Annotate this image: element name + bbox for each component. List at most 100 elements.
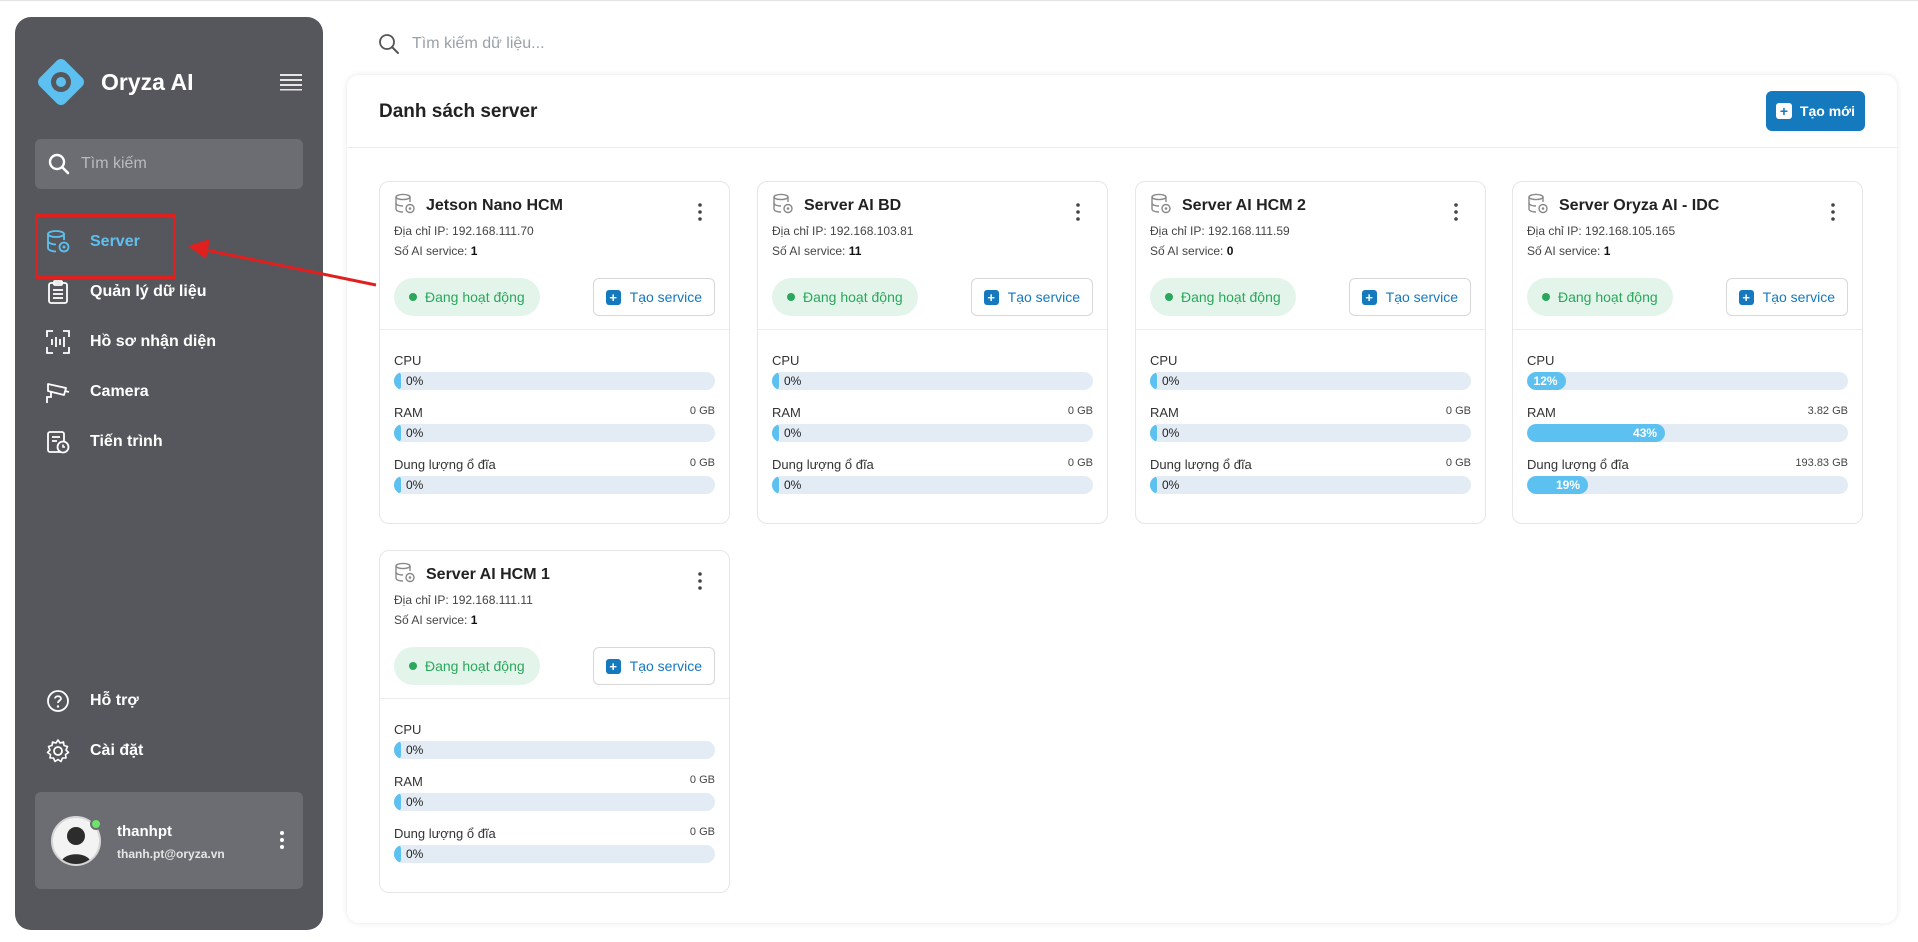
ram-total: 0 GB (1067, 405, 1093, 417)
disk-progress-bar: 0% (772, 476, 1093, 494)
gear-icon (45, 738, 71, 764)
ram-percent-text: 0% (406, 426, 424, 440)
server-name: Server AI HCM 1 (426, 566, 550, 583)
online-status-dot (90, 818, 102, 830)
annotation-highlight-box (35, 214, 176, 279)
count-value: 1 (1603, 244, 1611, 258)
kebab-icon[interactable] (277, 828, 287, 852)
brand[interactable]: Oryza AI (35, 57, 193, 107)
count-label: Số AI service: (394, 244, 468, 258)
ip-label: Địa chỉ IP: (772, 224, 827, 238)
disk-total: 0 GB (1067, 457, 1093, 469)
server-name: Server Oryza AI - IDC (1559, 197, 1720, 214)
ram-progress-fill (1150, 424, 1157, 442)
sidebar-item-camera[interactable]: Camera (35, 367, 303, 417)
cpu-percent-text: 12% (1533, 374, 1558, 388)
cctv-camera-icon (45, 379, 71, 405)
kebab-icon[interactable] (697, 571, 703, 591)
disk-label: Dung lượng ổ đĩa (1150, 457, 1252, 472)
disk-progress-bar: 0% (394, 845, 715, 863)
count-label: Số AI service: (1150, 244, 1224, 258)
sidebar-search-input[interactable] (81, 155, 281, 173)
sidebar-item-label: Tiến trình (90, 433, 163, 450)
status-badge: Đang hoạt động (1150, 278, 1296, 316)
disk-label: Dung lượng ổ đĩa (772, 457, 874, 472)
menu-icon[interactable] (279, 71, 303, 91)
disk-label: Dung lượng ổ đĩa (1527, 457, 1629, 472)
disk-percent-text: 0% (406, 478, 424, 492)
ip-label: Địa chỉ IP: (1150, 224, 1205, 238)
search-icon (48, 153, 70, 175)
server-card[interactable]: Server Oryza AI - IDC Địa chỉ IP: 192.16… (1512, 181, 1863, 524)
create-service-button[interactable]: + Tạo service (1348, 278, 1471, 316)
cpu-percent-text: 0% (784, 374, 802, 388)
card-divider (380, 329, 729, 330)
ram-percent-text: 43% (1633, 426, 1658, 440)
ip-value: 192.168.105.165 (1585, 224, 1676, 238)
sidebar: Oryza AI Server (15, 17, 323, 930)
sidebar-item-progress[interactable]: Tiến trình (35, 417, 303, 467)
create-service-button[interactable]: + Tạo service (592, 647, 715, 685)
create-service-label: Tạo service (1007, 289, 1080, 305)
ip-value: 192.168.111.11 (452, 593, 533, 607)
ram-progress-fill (772, 424, 779, 442)
create-service-label: Tạo service (1385, 289, 1458, 305)
diamond-logo-icon (38, 59, 84, 105)
sidebar-item-support[interactable]: Hỗ trợ (35, 676, 303, 726)
cpu-label: CPU (394, 353, 422, 368)
disk-total: 0 GB (689, 457, 715, 469)
ram-percent-text: 0% (406, 795, 424, 809)
server-ip: Địa chỉ IP: 192.168.111.11 (394, 593, 533, 607)
plus-square-icon: + (605, 289, 621, 305)
user-card[interactable]: thanhpt thanh.pt@oryza.vn (35, 792, 303, 889)
ram-percent-text: 0% (1162, 426, 1180, 440)
server-ip: Địa chỉ IP: 192.168.111.70 (394, 224, 534, 238)
ip-label: Địa chỉ IP: (1527, 224, 1582, 238)
disk-progress-fill (1150, 476, 1157, 494)
sidebar-item-settings[interactable]: Cài đặt (35, 726, 303, 776)
server-icon (773, 193, 793, 214)
status-dot (409, 293, 417, 301)
count-value: 1 (470, 244, 478, 258)
top-search-input[interactable] (412, 35, 712, 53)
ip-label: Địa chỉ IP: (394, 593, 449, 607)
create-service-label: Tạo service (629, 658, 702, 674)
disk-percent-text: 0% (406, 847, 424, 861)
server-card[interactable]: Server AI BD Địa chỉ IP: 192.168.103.81 … (757, 181, 1108, 524)
kebab-icon[interactable] (1075, 202, 1081, 222)
sidebar-item-recognition-profiles[interactable]: Hồ sơ nhận diện (35, 317, 303, 367)
ram-total: 0 GB (689, 774, 715, 786)
create-server-button[interactable]: + Tạo mới (1765, 91, 1865, 131)
create-service-label: Tạo service (1762, 289, 1835, 305)
count-value: 1 (470, 613, 478, 627)
sidebar-search (35, 139, 303, 189)
disk-progress-fill (394, 476, 401, 494)
status-badge: Đang hoạt động (1527, 278, 1673, 316)
cpu-progress-bar: 12% (1527, 372, 1848, 390)
server-ip: Địa chỉ IP: 192.168.105.165 (1527, 224, 1675, 238)
server-card[interactable]: Server AI HCM 2 Địa chỉ IP: 192.168.111.… (1135, 181, 1486, 524)
ram-progress-bar: 0% (772, 424, 1093, 442)
create-service-button[interactable]: + Tạo service (970, 278, 1093, 316)
cpu-progress-fill (772, 372, 779, 390)
disk-percent-text: 19% (1555, 478, 1581, 492)
disk-progress-bar: 0% (394, 476, 715, 494)
create-service-button[interactable]: + Tạo service (592, 278, 715, 316)
status-text: Đang hoạt động (1558, 289, 1658, 305)
ip-label: Địa chỉ IP: (394, 224, 449, 238)
ai-service-count: Số AI service: 0 (1150, 244, 1233, 258)
kebab-icon[interactable] (697, 202, 703, 222)
ip-value: 192.168.103.81 (830, 224, 914, 238)
help-icon (45, 688, 71, 714)
cpu-percent-text: 0% (406, 374, 424, 388)
create-service-button[interactable]: + Tạo service (1725, 278, 1848, 316)
server-icon (395, 562, 415, 583)
cpu-label: CPU (772, 353, 800, 368)
cpu-progress-bar: 0% (394, 741, 715, 759)
status-dot (409, 662, 417, 670)
ram-total: 3.82 GB (1807, 405, 1848, 417)
server-card[interactable]: Server AI HCM 1 Địa chỉ IP: 192.168.111.… (379, 550, 730, 893)
kebab-icon[interactable] (1830, 202, 1836, 222)
server-card[interactable]: Jetson Nano HCM Địa chỉ IP: 192.168.111.… (379, 181, 730, 524)
kebab-icon[interactable] (1453, 202, 1459, 222)
